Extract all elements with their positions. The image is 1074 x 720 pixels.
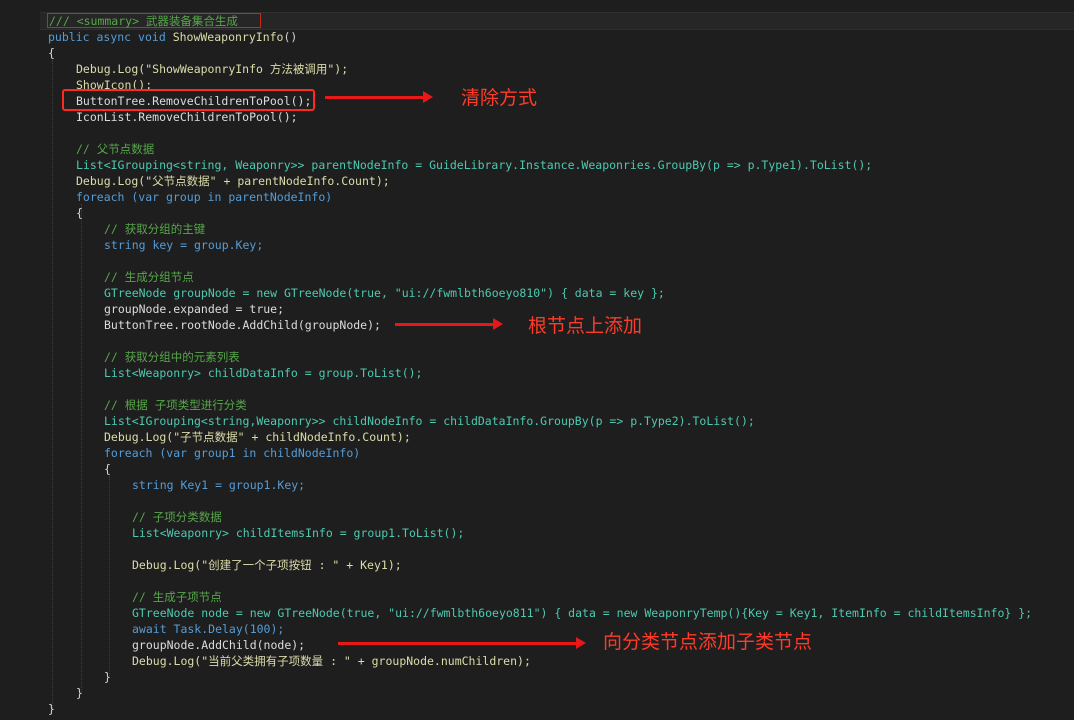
code-line: {	[48, 46, 55, 60]
code-line: GTreeNode node = new GTreeNode(true, "ui…	[132, 606, 1033, 620]
code-line: foreach (var group in parentNodeInfo)	[76, 190, 333, 204]
indent-guide	[52, 60, 53, 708]
code-line: foreach (var group1 in childNodeInfo)	[104, 446, 361, 460]
code-line: IconList.RemoveChildrenToPool();	[76, 110, 298, 124]
code-line: {	[104, 462, 111, 476]
code-comment: // 生成子项节点	[132, 590, 222, 604]
code-line: }	[104, 670, 111, 684]
code-line-root-add-child: ButtonTree.rootNode.AddChild(groupNode);	[104, 318, 381, 332]
code-line: List<Weaponry> childDataInfo = group.ToL…	[104, 366, 423, 380]
code-line: groupNode.expanded = true;	[104, 302, 285, 316]
code-comment: // 父节点数据	[76, 142, 155, 156]
code-line: string key = group.Key;	[104, 238, 264, 252]
code-line-method-signature: public async void ShowWeaponryInfo()	[48, 30, 298, 44]
annotation-arrow	[338, 637, 586, 649]
code-line: await Task.Delay(100);	[132, 622, 285, 636]
code-comment: // 获取分组的主键	[104, 222, 206, 236]
code-comment: // 生成分组节点	[104, 270, 194, 284]
code-line: {	[76, 206, 83, 220]
annotation-arrow	[325, 91, 433, 103]
code-line: Debug.Log("ShowWeaponryInfo 方法被调用");	[76, 62, 349, 76]
code-line: Debug.Log("当前父类拥有子项数量 : " + groupNode.nu…	[132, 654, 531, 668]
code-comment: // 子项分类数据	[132, 510, 222, 524]
code-line: List<IGrouping<string, Weaponry>> parent…	[76, 158, 873, 172]
code-line: Debug.Log("父节点数据" + parentNodeInfo.Count…	[76, 174, 390, 188]
code-line-summary: /// <summary> 武器装备集合生成	[49, 14, 238, 28]
code-comment: // 根据 子项类型进行分类	[104, 398, 247, 412]
code-line: }	[76, 686, 83, 700]
code-line-group-add-child: groupNode.AddChild(node);	[132, 638, 306, 652]
code-line: Debug.Log("子节点数据" + childNodeInfo.Count)…	[104, 430, 411, 444]
code-line: List<Weaponry> childItemsInfo = group1.T…	[132, 526, 465, 540]
code-line: Debug.Log("创建了一个子项按钮 : " + Key1);	[132, 558, 402, 572]
annotation-highlight-box	[62, 89, 315, 111]
code-line: List<IGrouping<string,Weaponry>> childNo…	[104, 414, 755, 428]
annotation-child-add: 向分类节点添加子类节点	[603, 631, 813, 653]
code-line: string Key1 = group1.Key;	[132, 478, 306, 492]
annotation-arrow	[395, 318, 503, 330]
annotation-root-add: 根节点上添加	[528, 315, 643, 337]
code-line: }	[48, 702, 55, 716]
editor-gutter	[0, 0, 40, 720]
indent-guide	[81, 204, 82, 692]
code-line: GTreeNode groupNode = new GTreeNode(true…	[104, 286, 665, 300]
indent-guide	[109, 476, 110, 676]
annotation-clear-method: 清除方式	[461, 87, 538, 109]
code-editor[interactable]: /// <summary> 武器装备集合生成 public async void…	[0, 0, 1074, 720]
code-comment: // 获取分组中的元素列表	[104, 350, 240, 364]
